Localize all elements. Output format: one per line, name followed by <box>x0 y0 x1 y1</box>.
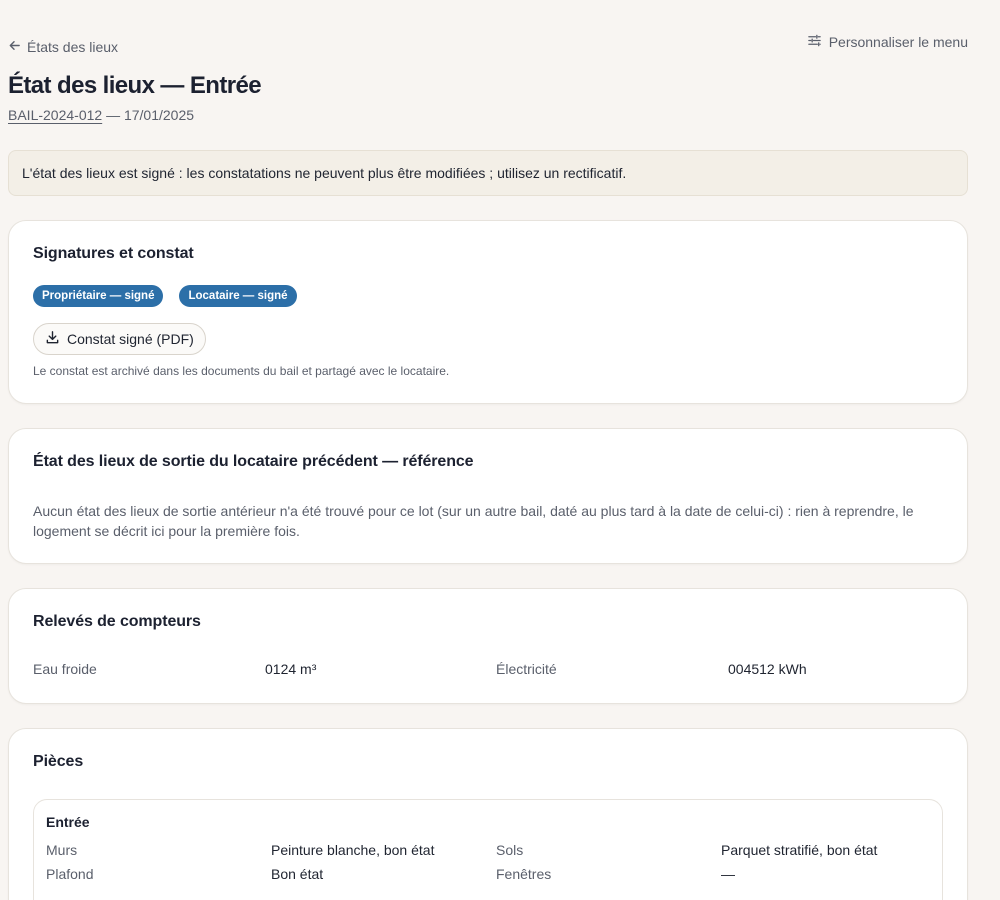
signatures-title: Signatures et constat <box>33 245 194 262</box>
room-item-label: Sols <box>496 842 524 858</box>
room-card-entree: Entrée Murs Peinture blanche, bon état S… <box>33 799 943 900</box>
signed-notice: L'état des lieux est signé : les constat… <box>8 150 968 196</box>
room-item-value: Parquet stratifié, bon état <box>721 842 878 858</box>
meter-value-electricity: 004512 kWh <box>728 661 807 677</box>
signatures-card: Signatures et constat Propriétaire — sig… <box>8 220 968 404</box>
room-row: Murs Peinture blanche, bon état Sols Par… <box>46 842 930 862</box>
signature-badges: Propriétaire — signé Locataire — signé <box>33 285 297 307</box>
meters-card: Relevés de compteurs Eau froide 0124 m³ … <box>8 588 968 704</box>
signed-report-pdf-button[interactable]: Constat signé (PDF) <box>33 323 206 355</box>
reference-text: Aucun état des lieux de sortie antérieur… <box>33 503 914 539</box>
room-item-value: — <box>721 866 735 882</box>
back-link[interactable]: États des lieux <box>8 39 118 55</box>
room-item-label: Fenêtres <box>496 866 552 882</box>
rooms-title: Pièces <box>33 753 84 770</box>
room-item-value: Peinture blanche, bon état <box>271 842 435 858</box>
previous-exit-reference-card: État des lieux de sortie du locataire pr… <box>8 428 968 564</box>
back-link-label: États des lieux <box>27 39 119 55</box>
top-bar: États des lieux Personnaliser le menu <box>8 34 968 58</box>
arrow-left-icon <box>8 39 21 55</box>
reference-title: État des lieux de sortie du locataire pr… <box>33 453 474 470</box>
meter-readings: Eau froide 0124 m³ Électricité 004512 kW… <box>33 661 943 681</box>
customize-menu-button[interactable]: Personnaliser le menu <box>807 33 968 51</box>
tenant-signed-badge: Locataire — signé <box>179 285 297 307</box>
meter-label-electricity: Électricité <box>496 661 557 677</box>
room-row: Plafond Bon état Fenêtres — <box>46 866 930 886</box>
archive-hint: Le constat est archivé dans les document… <box>33 364 450 378</box>
rooms-card: Pièces Entrée Murs Peinture blanche, bon… <box>8 728 968 900</box>
entry-date: — 17/01/2025 <box>102 107 195 123</box>
room-item-label: Murs <box>46 842 78 858</box>
lease-link[interactable]: BAIL-2024-012 <box>8 107 102 123</box>
sliders-icon <box>807 33 822 51</box>
owner-signed-badge: Propriétaire — signé <box>33 285 164 307</box>
download-icon <box>45 330 60 348</box>
meters-title: Relevés de compteurs <box>33 613 201 630</box>
page-title: État des lieux — Entrée <box>8 72 262 99</box>
customize-menu-label: Personnaliser le menu <box>828 34 968 50</box>
room-item-value: Bon état <box>271 866 324 882</box>
room-name: Entrée <box>46 814 90 830</box>
meter-value-water: 0124 m³ <box>265 661 317 677</box>
pdf-button-label: Constat signé (PDF) <box>67 331 194 347</box>
room-item-label: Plafond <box>46 866 94 882</box>
page-subtitle: BAIL-2024-012 — 17/01/2025 <box>8 107 194 123</box>
meter-label-water: Eau froide <box>33 661 97 677</box>
